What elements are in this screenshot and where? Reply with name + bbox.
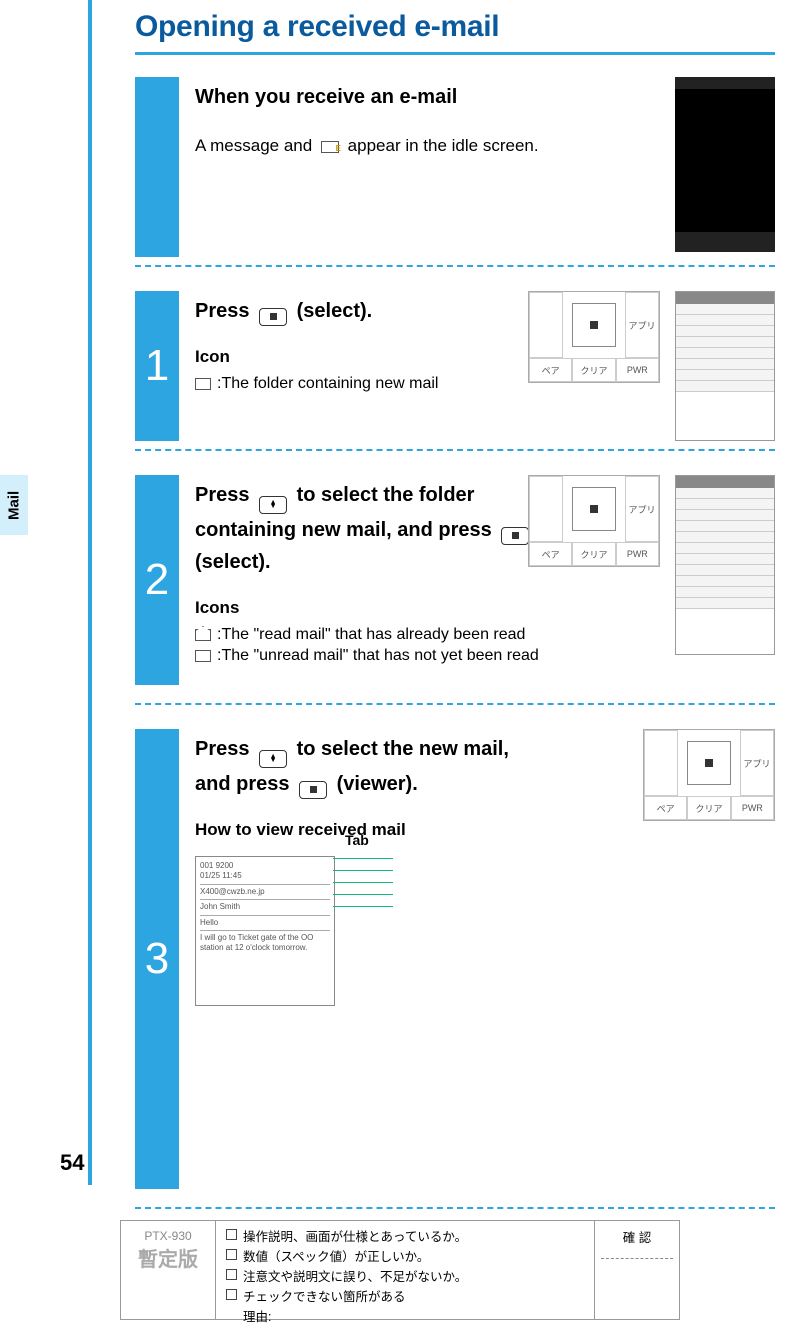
keypad3-tr: アプリ xyxy=(740,730,774,796)
intro-text-prefix: A message and xyxy=(195,136,312,155)
keypad3-bl: ペア xyxy=(644,796,687,820)
mail-list-shot xyxy=(675,475,775,655)
folder-new-mail-icon xyxy=(195,378,211,390)
mail-preview-line1: 01/25 11:45 xyxy=(200,871,330,881)
model-code: PTX-930 xyxy=(127,1229,209,1243)
keypad3-center xyxy=(678,730,740,796)
reason-label: 理由: xyxy=(243,1307,584,1327)
check-text-1: 数値（スペック値）が正しいか。 xyxy=(243,1247,429,1267)
step-number-2: 2 xyxy=(135,475,179,685)
checkbox-icon[interactable] xyxy=(226,1249,237,1260)
keypad2-tr: アプリ xyxy=(625,476,659,542)
keypad-top-right: アプリ xyxy=(625,292,659,358)
check-item-3: チェックできない箇所がある xyxy=(226,1287,584,1307)
mail-preview-line2: X400@cwzb.ne.jp xyxy=(200,887,330,897)
step-3: 3 Press ▲▼ to select the new mail, and p… xyxy=(135,729,775,1209)
check-text-2: 注意文や説明文に誤り、不足がないか。 xyxy=(243,1267,467,1287)
review-checklist: 操作説明、画面が仕様とあっているか。 数値（スペック値）が正しいか。 注意文や説… xyxy=(216,1221,594,1319)
page-title: Opening a received e-mail xyxy=(135,10,775,44)
step1-prefix: Press xyxy=(195,300,250,322)
check-item-0: 操作説明、画面が仕様とあっているか。 xyxy=(226,1227,584,1247)
left-margin: Mail 54 xyxy=(0,0,100,1200)
provisional-label: 暫定版 xyxy=(127,1243,209,1272)
step-number-1: 1 xyxy=(135,291,179,441)
mail-preview: 001 9200 01/25 11:45 X400@cwzb.ne.jp Joh… xyxy=(195,856,335,1006)
mail-preview-wrap: 001 9200 01/25 11:45 X400@cwzb.ne.jp Joh… xyxy=(195,846,335,1006)
page-number: 54 xyxy=(60,1150,84,1176)
step-2: 2 Press ▲▼ to select the folder containi… xyxy=(135,475,775,705)
keypad3-bc: クリア xyxy=(687,796,730,820)
step1-suffix: (select). xyxy=(297,300,373,322)
select-key-icon xyxy=(259,308,287,326)
step-3-heading: Press ▲▼ to select the new mail, and pre… xyxy=(195,733,535,800)
keypad2-bc: クリア xyxy=(572,542,615,566)
unread-mail-icon xyxy=(195,650,211,662)
unread-mail-text: :The "unread mail" that has not yet been… xyxy=(217,647,539,665)
review-model-cell: PTX-930 暫定版 xyxy=(121,1221,216,1319)
updown-key-icon: ▲▼ xyxy=(259,496,287,514)
check-text-3: チェックできない箇所がある xyxy=(243,1287,406,1307)
mail-preview-line3: John Smith xyxy=(200,902,330,912)
check-text-0: 操作説明、画面が仕様とあっているか。 xyxy=(243,1227,467,1247)
keypad-center xyxy=(563,292,625,358)
review-box: PTX-930 暫定版 操作説明、画面が仕様とあっているか。 数値（スペック値）… xyxy=(120,1220,680,1320)
check-item-1: 数値（スペック値）が正しいか。 xyxy=(226,1247,584,1267)
read-mail-text: :The "read mail" that has already been r… xyxy=(217,626,525,644)
callout-label: Tab xyxy=(345,832,369,848)
folder-list-shot xyxy=(675,291,775,441)
confirm-label: 確 認 xyxy=(601,1227,673,1246)
mail-preview-line0: 001 9200 xyxy=(200,861,330,871)
select-key-icon-2 xyxy=(501,527,529,545)
intro-bar xyxy=(135,77,179,257)
keypad-top-left xyxy=(529,292,563,358)
check-item-2: 注意文や説明文に誤り、不足がないか。 xyxy=(226,1267,584,1287)
keypad-bottom-left: ペア xyxy=(529,358,572,382)
updown-key-icon-2: ▲▼ xyxy=(259,750,287,768)
read-mail-icon xyxy=(195,629,211,641)
email-notification-icon xyxy=(321,141,339,153)
keypad2-tl xyxy=(529,476,563,542)
keypad-illustration-2: アプリ ペア クリア PWR xyxy=(528,475,660,567)
intro-section: When you receive an e-mail A message and… xyxy=(135,77,775,267)
mail-preview-body: I will go to Ticket gate of the OO stati… xyxy=(200,933,330,954)
folder-new-mail-text: :The folder containing new mail xyxy=(217,375,438,393)
keypad3-tl xyxy=(644,730,678,796)
idle-screen-shot xyxy=(675,77,775,252)
step-1: 1 Press (select). Icon :The folder conta… xyxy=(135,291,775,451)
keypad2-bl: ペア xyxy=(529,542,572,566)
title-rule xyxy=(135,52,775,55)
review-confirm-cell: 確 認 xyxy=(594,1221,679,1319)
step-2-heading: Press ▲▼ to select the folder containing… xyxy=(195,479,535,578)
left-rule xyxy=(88,0,92,1185)
content-area: Opening a received e-mail When you recei… xyxy=(135,0,775,1233)
step3-suffix: (viewer). xyxy=(337,773,418,795)
checkbox-icon[interactable] xyxy=(226,1289,237,1300)
keypad-bottom-center: クリア xyxy=(572,358,615,382)
step2-prefix: Press xyxy=(195,484,250,506)
select-key-icon-3 xyxy=(299,781,327,799)
step-number-3: 3 xyxy=(135,729,179,1189)
step3-subheading: How to view received mail xyxy=(195,820,775,840)
checkbox-icon[interactable] xyxy=(226,1269,237,1280)
keypad-illustration-1: アプリ ペア クリア PWR xyxy=(528,291,660,383)
intro-text-suffix: appear in the idle screen. xyxy=(348,136,539,155)
mail-preview-line4: Hello xyxy=(200,918,330,928)
callout-lines xyxy=(333,858,393,918)
step3-prefix: Press xyxy=(195,738,250,760)
checkbox-icon[interactable] xyxy=(226,1229,237,1240)
section-tab-mail: Mail xyxy=(0,475,28,535)
keypad3-br: PWR xyxy=(731,796,774,820)
keypad-bottom-right: PWR xyxy=(616,358,659,382)
keypad2-center xyxy=(563,476,625,542)
keypad-illustration-3: アプリ ペア クリア PWR xyxy=(643,729,775,821)
keypad2-br: PWR xyxy=(616,542,659,566)
step2-suffix: (select). xyxy=(195,551,271,573)
